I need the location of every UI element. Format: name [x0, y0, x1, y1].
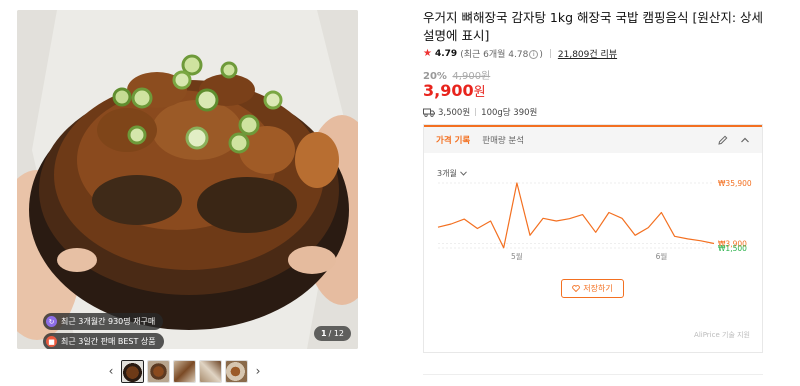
- save-button-label: 저장하기: [583, 284, 613, 293]
- heart-icon: [572, 285, 581, 292]
- save-button[interactable]: 저장하기: [561, 279, 624, 298]
- repurchase-badge: ↻ 최근 3개월간 930명 재구매: [43, 313, 164, 330]
- rating-recent-close: ): [539, 50, 543, 60]
- truck-icon: [423, 108, 435, 117]
- tab-price-history[interactable]: 가격 기록: [436, 134, 470, 146]
- repurchase-badge-text: 최근 3개월간 930명 재구매: [61, 317, 156, 326]
- x-tick-label-1: 6월: [656, 251, 668, 261]
- price-history-chart: ₩35,900₩3,900₩1,5005월 6월: [437, 179, 752, 261]
- unit-price: 100g당 390원: [481, 108, 538, 118]
- thumbnail-2[interactable]: [147, 359, 170, 383]
- price-series-line: [437, 182, 715, 249]
- rating-recent: (최근 6개월 4.78 i): [460, 47, 543, 60]
- pencil-icon[interactable]: [718, 135, 728, 145]
- info-icon[interactable]: i: [529, 50, 539, 59]
- thumbnail-3[interactable]: [173, 359, 196, 383]
- chevron-right-icon: ›: [255, 364, 261, 378]
- review-count-link[interactable]: 21,809건 리뷰: [558, 47, 617, 60]
- stew-bowl-illustration: [17, 10, 358, 349]
- rating-row: ★ 4.79 (최근 6개월 4.78 i) | 21,809건 리뷰: [423, 47, 617, 60]
- rating-recent-text: (최근 6개월 4.78: [460, 50, 529, 60]
- y-label-0: ₩35,900: [718, 179, 752, 188]
- star-icon: ★: [423, 48, 432, 59]
- sale-price: 3,900원: [423, 81, 486, 100]
- x-tick-label-0: 5월: [511, 251, 523, 261]
- repurchase-icon: ↻: [46, 316, 57, 327]
- thumbnail-prev-button[interactable]: ‹: [104, 359, 118, 383]
- shipping-fee: 3,500원: [438, 108, 471, 118]
- thumbnail-1[interactable]: [121, 359, 144, 383]
- image-counter-total: / 12: [328, 329, 344, 338]
- image-counter-current: 1: [321, 329, 327, 338]
- rating-divider: |: [548, 48, 552, 59]
- section-divider: [423, 374, 763, 375]
- shipping-row: 3,500원 100g당 390원: [423, 106, 537, 118]
- product-title: 우거지 뼈해장국 감자탕 1kg 해장국 국밥 캠핑음식 [원산지: 상세설명에…: [423, 10, 764, 43]
- thumbnail-5[interactable]: [225, 359, 248, 383]
- sale-price-unit: 원: [473, 85, 486, 100]
- best-gift-icon: ■: [46, 336, 57, 347]
- price-history-panel: 가격 기록 판매량 분석 3개월 ₩35,900 ₩3,900 ₩1,500 5월 6월…: [423, 124, 763, 353]
- product-main-image[interactable]: ↻ 최근 3개월간 930명 재구매 ■ 최근 3일간 판매 BEST 상품 1…: [17, 10, 358, 349]
- chevron-up-icon[interactable]: [740, 135, 750, 145]
- discount-row: 20% 4,900원: [423, 67, 490, 82]
- thumbnail-strip: ‹ ›: [104, 359, 265, 383]
- image-counter: 1 / 12: [314, 326, 351, 341]
- thumbnail-next-button[interactable]: ›: [251, 359, 265, 383]
- panel-header: 가격 기록 판매량 분석: [424, 125, 762, 153]
- sale-price-value: 3,900: [423, 81, 474, 100]
- tab-sales-analysis[interactable]: 판매량 분석: [482, 134, 524, 146]
- best-seller-badge-text: 최근 3일간 판매 BEST 상품: [61, 337, 156, 346]
- aliprice-credit: AliPrice 기술 지원: [694, 331, 750, 339]
- rating-score: 4.79: [434, 48, 458, 59]
- thumbnail-4[interactable]: [199, 359, 222, 383]
- y-label-2: ₩1,500: [718, 244, 747, 253]
- best-seller-badge: ■ 최근 3일간 판매 BEST 상품: [43, 333, 164, 349]
- chevron-left-icon: ‹: [108, 364, 114, 378]
- shipping-divider: [475, 108, 477, 116]
